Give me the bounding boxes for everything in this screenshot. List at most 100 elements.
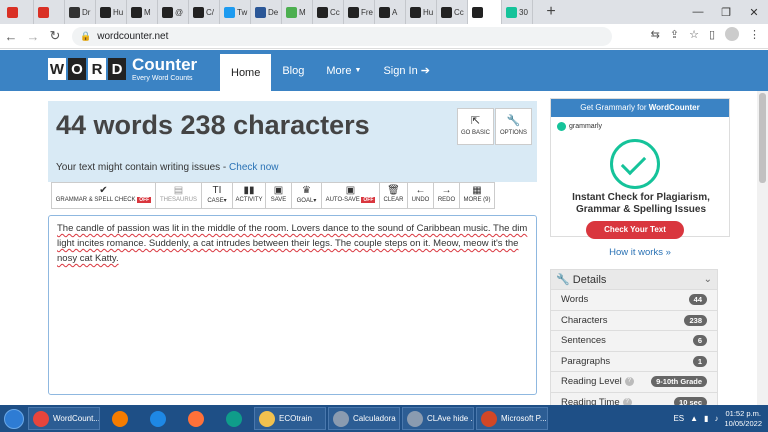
go-basic-button[interactable]: ⇱ GO BASIC <box>457 108 494 145</box>
options-button[interactable]: 🔧 OPTIONS <box>495 108 532 145</box>
trash-icon: 🗑 <box>387 185 400 196</box>
restore-icon[interactable]: ❐ <box>712 0 740 24</box>
browser-tab[interactable]: A <box>375 0 406 24</box>
activity-button[interactable]: ▮▮ ACTIVITY <box>232 182 265 209</box>
taskbar-item[interactable] <box>102 407 138 430</box>
browser-tab[interactable]: Cc <box>313 0 344 24</box>
reload-icon[interactable]: ↻ <box>44 28 66 44</box>
forward-icon[interactable]: → <box>22 29 44 44</box>
browser-tab[interactable]: Fre <box>344 0 375 24</box>
browser-tab[interactable] <box>3 0 34 24</box>
off-badge: OFF <box>361 197 376 203</box>
network-icon[interactable]: ▮ <box>704 414 708 423</box>
detail-value-badge: 6 <box>692 335 707 347</box>
browser-tab[interactable]: Cc <box>437 0 468 24</box>
detail-row: Words 44 <box>551 290 717 311</box>
browser-tab-label: @ <box>175 7 184 17</box>
clear-button[interactable]: 🗑 CLEAR <box>379 182 407 209</box>
browser-tab-label: Cc <box>454 7 464 17</box>
browser-tab[interactable] <box>34 0 65 24</box>
browser-tab[interactable]: Dr <box>65 0 96 24</box>
nav-blog[interactable]: Blog <box>271 50 315 91</box>
thesaurus-button[interactable]: ▤ THESAURUS <box>155 182 201 209</box>
url-input[interactable]: 🔒 wordcounter.net <box>72 27 612 46</box>
taskbar-item[interactable]: CLAve hide ... <box>402 407 474 430</box>
browser-tab-label: A <box>392 7 398 17</box>
clock[interactable]: 01:52 p.m. 10/05/2022 <box>724 409 762 429</box>
browser-tab[interactable]: M <box>127 0 158 24</box>
grammar-check-button[interactable]: ✔ GRAMMAR & SPELL CHECK OFF <box>51 182 155 209</box>
check-circle-icon <box>610 139 660 189</box>
language-indicator[interactable]: ES <box>673 414 684 423</box>
browser-tab[interactable]: @ <box>158 0 189 24</box>
ad-line-1: Instant Check for Plagiarism, <box>572 192 710 203</box>
browser-tab[interactable] <box>468 0 502 24</box>
browser-tab[interactable]: 30 <box>502 0 533 24</box>
menu-dots-icon[interactable]: ⋮ <box>749 28 760 41</box>
translate-icon[interactable]: ⇆ <box>651 28 660 41</box>
browser-tab[interactable]: Hu <box>96 0 127 24</box>
close-icon[interactable]: ✕ <box>740 0 768 24</box>
undo-label: UNDO <box>411 197 430 203</box>
new-tab-icon[interactable]: + <box>541 2 561 22</box>
ad-header: Get Grammarly for WordCounter <box>551 99 729 117</box>
share-icon[interactable]: ⇪ <box>670 28 679 41</box>
back-icon[interactable]: ← <box>0 29 22 44</box>
chevron-down-icon[interactable]: ⌄ <box>704 274 712 285</box>
browser-tab-label: Tw <box>237 7 248 17</box>
bookmark-star-icon[interactable]: ☆ <box>689 28 699 41</box>
ad-line-2: Grammar & Spelling Issues <box>575 204 707 215</box>
undo-button[interactable]: ← UNDO <box>407 182 433 209</box>
detail-row: Paragraphs 1 <box>551 352 717 372</box>
site-logo[interactable]: W O R D Counter Every Word Counts <box>48 56 197 82</box>
profile-avatar[interactable] <box>725 27 739 41</box>
activity-label: ACTIVITY <box>235 197 263 203</box>
logo-letter: W <box>48 58 66 80</box>
text-editor[interactable]: The candle of passion was lit in the mid… <box>48 215 537 395</box>
browser-tab[interactable]: M <box>282 0 313 24</box>
logo-letter: O <box>68 58 86 80</box>
taskbar-item[interactable]: Calculadora <box>328 407 400 430</box>
a-logo-icon <box>131 6 142 18</box>
clear-label: CLEAR <box>383 197 404 203</box>
tray-arrow-icon[interactable]: ▲ <box>690 414 698 423</box>
nav-home[interactable]: Home <box>220 54 272 91</box>
redo-button[interactable]: → REDO <box>433 182 459 209</box>
check-your-text-button[interactable]: Check Your Text <box>586 221 684 239</box>
browser-tab[interactable]: Tw <box>220 0 251 24</box>
nav-signin[interactable]: Sign In ➔ <box>372 50 441 91</box>
case-button[interactable]: TI CASE▾ <box>201 182 232 209</box>
taskbar-item[interactable]: Microsoft P... <box>476 407 548 430</box>
page-scrollbar[interactable] <box>757 91 768 405</box>
auto-save-button[interactable]: ▣ AUTO-SAVE OFF <box>321 182 379 209</box>
minimize-icon[interactable]: — <box>684 0 712 24</box>
check-now-link[interactable]: Check now <box>229 162 278 173</box>
details-header[interactable]: 🔧 Details ⌄ <box>551 270 717 290</box>
px-icon <box>286 6 297 18</box>
detail-label: Characters <box>561 314 608 326</box>
how-it-works-link[interactable]: How it works » <box>550 247 730 258</box>
taskbar-item[interactable] <box>216 407 252 430</box>
save-button[interactable]: ▣ SAVE <box>265 182 291 209</box>
taskbar-item[interactable] <box>178 407 214 430</box>
browser-tab[interactable]: De <box>251 0 282 24</box>
app-icon <box>333 410 349 427</box>
browser-tab-strip: Dr Hu M @ C/Tw De M Cc Fre A Hu Cc 30 + <box>0 0 768 24</box>
browser-tab-label: Cc <box>330 7 340 17</box>
browser-tab[interactable]: C/ <box>189 0 220 24</box>
site-navbar: W O R D Counter Every Word Counts Home B… <box>0 50 768 91</box>
more-tools-button[interactable]: ▦ MORE (9) <box>459 182 495 209</box>
taskbar-item[interactable] <box>140 407 176 430</box>
nav-more[interactable]: More ▼ <box>315 50 372 91</box>
volume-icon[interactable]: ♪ <box>714 414 718 423</box>
scrollbar-thumb[interactable] <box>759 93 766 183</box>
start-button[interactable] <box>0 405 28 432</box>
taskbar-item[interactable]: WordCount... <box>28 407 100 430</box>
help-question-icon[interactable]: ? <box>624 377 634 387</box>
taskbar-item[interactable]: ECOtrain <box>254 407 326 430</box>
logo-letter: D <box>108 58 126 80</box>
side-panel-icon[interactable]: ▯ <box>709 28 715 41</box>
logo-big-text: Counter <box>132 55 198 74</box>
goal-button[interactable]: ♛ GOAL▾ <box>291 182 321 209</box>
browser-tab[interactable]: Hu <box>406 0 437 24</box>
